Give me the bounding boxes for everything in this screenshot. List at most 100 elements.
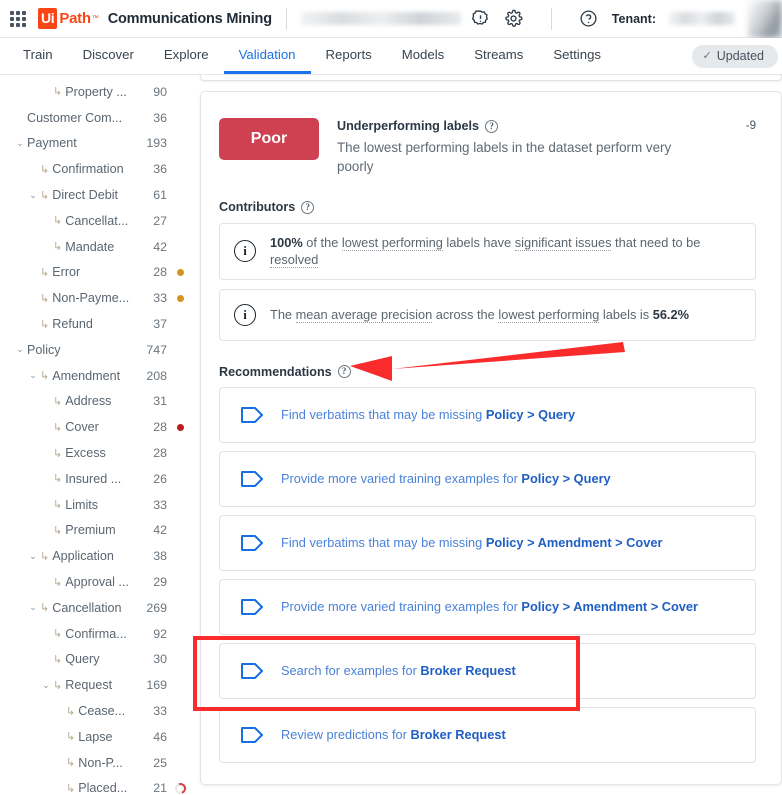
chevron-down-icon[interactable]: ⌄ bbox=[26, 371, 40, 380]
sidebar-item-label: Confirma... bbox=[65, 626, 127, 641]
recommendations-section-label: Recommendations ? bbox=[219, 365, 756, 379]
sidebar-item-refund[interactable]: ↳ Refund 37 bbox=[0, 311, 193, 337]
contributors-label-text: Contributors bbox=[219, 200, 296, 215]
sidebar-item-query[interactable]: ↳ Query 30 bbox=[0, 647, 193, 673]
sidebar-item-application[interactable]: ⌄ ↳ Application 38 bbox=[0, 543, 193, 569]
recommendation-card[interactable]: Review predictions for Broker Request bbox=[219, 706, 756, 763]
help-circle-icon[interactable]: ? bbox=[337, 365, 351, 379]
sidebar-item-mandate[interactable]: ↳ Mandate 42 bbox=[0, 234, 193, 260]
chevron-down-icon[interactable]: ⌄ bbox=[13, 138, 27, 148]
contributor-card[interactable]: i 100% of the lowest performing labels ha… bbox=[219, 223, 756, 280]
sidebar-item-insured[interactable]: ↳ Insured ... 26 bbox=[0, 466, 193, 492]
sidebar-item-confirma[interactable]: ↳ Confirma... 92 bbox=[0, 621, 193, 647]
chevron-down-icon[interactable]: ⌄ bbox=[26, 190, 40, 200]
sidebar-item-placed[interactable]: ↳ Placed... 21 bbox=[0, 776, 193, 795]
trademark-icon: ™ bbox=[91, 15, 99, 22]
recommendation-card[interactable]: Search for examples for Broker Request bbox=[219, 642, 756, 699]
sidebar-item-count: 33 bbox=[153, 291, 167, 306]
tab-models[interactable]: Models bbox=[387, 38, 460, 74]
sidebar-item-excess[interactable]: ↳ Excess 28 bbox=[0, 440, 193, 466]
sidebar-item-non-p[interactable]: ↳ Non-P... 25 bbox=[0, 750, 193, 776]
sidebar-item-label: Request bbox=[65, 678, 113, 693]
sidebar-item-cover[interactable]: ↳ Cover 28 bbox=[0, 414, 193, 440]
recommendation-card[interactable]: Provide more varied training examples fo… bbox=[219, 578, 756, 635]
recommendation-card[interactable]: Find verbatims that may be missing Polic… bbox=[219, 386, 756, 443]
sidebar-item-cease[interactable]: ↳ Cease... 33 bbox=[0, 698, 193, 724]
chevron-down-icon[interactable]: ⌄ bbox=[26, 551, 40, 561]
recommendation-target: Policy > Query bbox=[485, 407, 576, 423]
header-actions: Tenant: bbox=[471, 0, 782, 38]
sidebar-item-label: Insured ... bbox=[65, 471, 122, 486]
sidebar-item-non-payme[interactable]: ↳ Non-Payme... 33 bbox=[0, 285, 193, 311]
sidebar-item-count: 33 bbox=[153, 704, 167, 719]
sidebar-item-count: 21 bbox=[153, 781, 167, 795]
sidebar-item-label: Payment bbox=[27, 136, 77, 151]
sidebar-item-label: Cancellation bbox=[52, 600, 122, 615]
sidebar-item-count: 28 bbox=[153, 420, 167, 435]
sidebar-item-label: Cover bbox=[65, 420, 99, 435]
status-badge[interactable]: ✓ Updated bbox=[691, 44, 778, 68]
sidebar-item-label: Query bbox=[65, 652, 100, 667]
sidebar-item-policy[interactable]: ⌄ Policy 747 bbox=[0, 337, 193, 363]
recommendation-card[interactable]: Provide more varied training examples fo… bbox=[219, 450, 756, 507]
sidebar-item-lapse[interactable]: ↳ Lapse 46 bbox=[0, 724, 193, 750]
tab-validation[interactable]: Validation bbox=[223, 38, 311, 74]
sidebar-item-label: Refund bbox=[52, 317, 93, 332]
header-divider-2 bbox=[550, 7, 552, 30]
sidebar-item-address[interactable]: ↳ Address 31 bbox=[0, 389, 193, 415]
contributor-text: The mean average precision across the lo… bbox=[270, 306, 689, 323]
progress-donut-icon bbox=[172, 781, 188, 795]
sidebar-item-limits[interactable]: ↳ Limits 33 bbox=[0, 492, 193, 518]
sidebar-item-cancellat[interactable]: ↳ Cancellat... 27 bbox=[0, 208, 193, 234]
uipath-logo[interactable]: Ui Path ™ bbox=[38, 8, 99, 29]
tab-settings[interactable]: Settings bbox=[538, 38, 616, 74]
alert-gear-icon[interactable] bbox=[471, 9, 491, 29]
help-circle-icon[interactable] bbox=[579, 9, 599, 29]
sidebar-item-label: Direct Debit bbox=[52, 188, 119, 203]
recommendation-card[interactable]: Find verbatims that may be missing Polic… bbox=[219, 514, 756, 571]
logo-ui-mark: Ui bbox=[38, 8, 58, 29]
chevron-down-icon[interactable]: ⌄ bbox=[39, 680, 53, 690]
sidebar-item-count: 30 bbox=[153, 652, 167, 667]
sidebar-item-amendment[interactable]: ⌄ ↳ Amendment 208 bbox=[0, 363, 193, 389]
contributors-section-label: Contributors ? bbox=[219, 200, 756, 214]
sidebar-item-payment[interactable]: ⌄ Payment 193 bbox=[0, 131, 193, 157]
tag-icon bbox=[240, 598, 265, 616]
child-arrow-icon: ↳ bbox=[40, 318, 50, 331]
tab-discover[interactable]: Discover bbox=[68, 38, 149, 74]
tab-streams[interactable]: Streams bbox=[459, 38, 538, 74]
contributor-card[interactable]: i The mean average precision across the l… bbox=[219, 288, 756, 341]
sidebar-item-customer-com[interactable]: Customer Com... 36 bbox=[0, 105, 193, 131]
check-icon: ✓ bbox=[702, 50, 712, 62]
avatar[interactable] bbox=[748, 0, 782, 38]
child-arrow-icon: ↳ bbox=[40, 602, 50, 615]
gear-icon[interactable] bbox=[504, 9, 524, 29]
help-circle-icon[interactable]: ? bbox=[301, 200, 315, 214]
sidebar-item-property[interactable]: ↳ Property ... 90 bbox=[0, 79, 193, 105]
sidebar-item-confirmation[interactable]: ↳ Confirmation 36 bbox=[0, 156, 193, 182]
child-arrow-icon: ↳ bbox=[40, 189, 50, 202]
sidebar-item-error[interactable]: ↳ Error 28 bbox=[0, 260, 193, 286]
help-circle-icon[interactable]: ? bbox=[485, 119, 499, 133]
sidebar-item-label: Application bbox=[52, 549, 114, 564]
score-heading-row: Underperforming labels ? bbox=[337, 119, 728, 133]
sidebar-item-count: 28 bbox=[153, 265, 167, 280]
tab-train[interactable]: Train bbox=[8, 38, 68, 74]
tab-reports[interactable]: Reports bbox=[311, 38, 387, 74]
sidebar-item-label: Mandate bbox=[65, 239, 115, 254]
sidebar-item-label: Lapse bbox=[78, 729, 113, 744]
chevron-down-icon[interactable]: ⌄ bbox=[13, 345, 27, 354]
waffle-grid-icon[interactable] bbox=[10, 10, 26, 27]
sidebar-item-cancellation[interactable]: ⌄ ↳ Cancellation 269 bbox=[0, 595, 193, 621]
child-arrow-icon: ↳ bbox=[53, 576, 63, 589]
score-value: -9 bbox=[745, 120, 756, 132]
sidebar-item-request[interactable]: ⌄ ↳ Request 169 bbox=[0, 672, 193, 698]
tab-explore[interactable]: Explore bbox=[149, 38, 224, 74]
recommendation-prefix: Provide more varied training examples fo… bbox=[281, 599, 522, 615]
sidebar-item-direct-debit[interactable]: ⌄ ↳ Direct Debit 61 bbox=[0, 182, 193, 208]
sidebar-item-premium[interactable]: ↳ Premium 42 bbox=[0, 518, 193, 544]
status-dot-icon bbox=[176, 423, 184, 431]
chevron-down-icon[interactable]: ⌄ bbox=[26, 603, 40, 612]
sidebar-item-approval[interactable]: ↳ Approval ... 29 bbox=[0, 569, 193, 595]
label-tree-sidebar[interactable]: ↳ Property ... 90 Customer Com... 36 ⌄ Payment… bbox=[0, 75, 193, 795]
